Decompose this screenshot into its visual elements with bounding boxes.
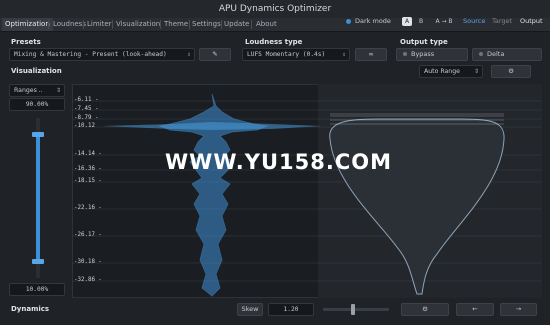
loudness-type-value: LUFS Momentary (0.4s) <box>247 51 326 58</box>
arrow-left-icon: ← <box>472 305 478 313</box>
presets-value: Mixing & Mastering - Present (look-ahead… <box>14 51 167 58</box>
skew-label: Skew <box>237 303 263 316</box>
a-button[interactable]: A <box>402 17 412 26</box>
tick-label: -10.12 <box>74 123 95 129</box>
tick-label: -22.16 - <box>74 205 102 211</box>
tab-theme[interactable]: Theme <box>161 18 191 31</box>
top-percent-field[interactable]: 90.00% <box>9 98 65 111</box>
skew-slider-handle[interactable] <box>350 304 355 315</box>
dynamics-title: Dynamics <box>11 305 50 313</box>
tab-limiter[interactable]: Limiter <box>84 18 115 31</box>
range-value: Auto Range <box>424 68 460 75</box>
select-arrows-icon: ⇕ <box>55 87 61 94</box>
bottom-percent-field[interactable]: 10.00% <box>9 283 65 296</box>
radio-dot-icon <box>479 52 483 56</box>
tab-about[interactable]: About <box>253 18 280 31</box>
target-toggle[interactable]: Target <box>492 16 512 26</box>
target-distribution-shape <box>329 118 505 295</box>
link-button[interactable]: ∞ <box>355 48 387 61</box>
tick-label: -26.17 - <box>74 232 102 238</box>
tick-label: -32.86 - <box>74 277 102 283</box>
arrow-right-icon: → <box>515 305 522 313</box>
range-slider-top-handle[interactable] <box>32 132 44 137</box>
b-button[interactable]: B <box>417 17 425 26</box>
range-slider-bottom-handle[interactable] <box>32 259 44 264</box>
watermark-text: WWW.YU158.COM <box>165 150 392 174</box>
select-arrows-icon: ⇕ <box>187 51 191 58</box>
gear-icon: ⚙ <box>422 305 428 313</box>
source-peak-band <box>102 122 322 130</box>
next-button[interactable]: → <box>500 303 537 316</box>
loudness-type-title: Loudness type <box>245 38 303 46</box>
dynamics-settings-button[interactable]: ⚙ <box>401 303 449 316</box>
skew-value-field[interactable]: 1.20 <box>268 303 314 316</box>
tick-label: -18.15 - <box>74 178 102 184</box>
delta-button[interactable]: Delta <box>472 48 542 61</box>
delta-label: Delta <box>487 50 505 58</box>
presets-select[interactable]: Mixing & Mastering - Present (look-ahead… <box>9 48 195 61</box>
link-icon: ∞ <box>368 50 374 58</box>
tick-label: -14.14 - <box>74 151 102 157</box>
output-toggle[interactable]: Output <box>520 16 543 26</box>
ranges-value: Ranges .. <box>14 87 43 94</box>
edit-preset-button[interactable]: ✎ <box>199 48 231 61</box>
dark-mode-label: Dark mode <box>355 17 391 25</box>
tick-label: -16.36 - <box>74 166 102 172</box>
tick-label: -6.11 - <box>74 97 99 103</box>
skew-slider-track[interactable] <box>323 308 389 311</box>
ranges-select[interactable]: Ranges .. ⇕ <box>9 84 65 97</box>
visualization-title: Visualization <box>11 67 62 75</box>
a-to-b-button[interactable]: A → B <box>432 17 456 26</box>
gear-icon: ⚙ <box>508 67 514 75</box>
select-arrows-icon: ⇕ <box>473 68 479 75</box>
viz-settings-button[interactable]: ⚙ <box>491 65 531 78</box>
range-slider-fill <box>36 134 40 262</box>
range-select[interactable]: Auto Range ⇕ <box>419 65 483 78</box>
tick-label: -7.45 - <box>74 106 99 112</box>
previous-button[interactable]: ← <box>456 303 494 316</box>
source-toggle[interactable]: Source <box>463 16 485 26</box>
tab-optimization[interactable]: Optimization <box>2 18 53 31</box>
bypass-button[interactable]: Bypass <box>396 48 468 61</box>
tick-label: -8.79 - <box>74 115 99 121</box>
tab-update[interactable]: Update <box>221 18 252 31</box>
select-arrows-icon: ⇕ <box>342 51 346 58</box>
radio-dot-icon <box>403 52 407 56</box>
tick-label: -30.18 - <box>74 259 102 265</box>
presets-title: Presets <box>11 38 41 46</box>
visualization-graph <box>72 93 542 297</box>
tab-settings[interactable]: Settings <box>189 18 224 31</box>
bypass-label: Bypass <box>411 50 435 58</box>
tab-visualization[interactable]: Visualization <box>113 18 163 31</box>
output-type-title: Output type <box>400 38 448 46</box>
loudness-type-select[interactable]: LUFS Momentary (0.4s) ⇕ <box>242 48 350 61</box>
dark-mode-toggle-icon[interactable] <box>346 19 351 24</box>
pencil-icon: ✎ <box>212 50 218 58</box>
